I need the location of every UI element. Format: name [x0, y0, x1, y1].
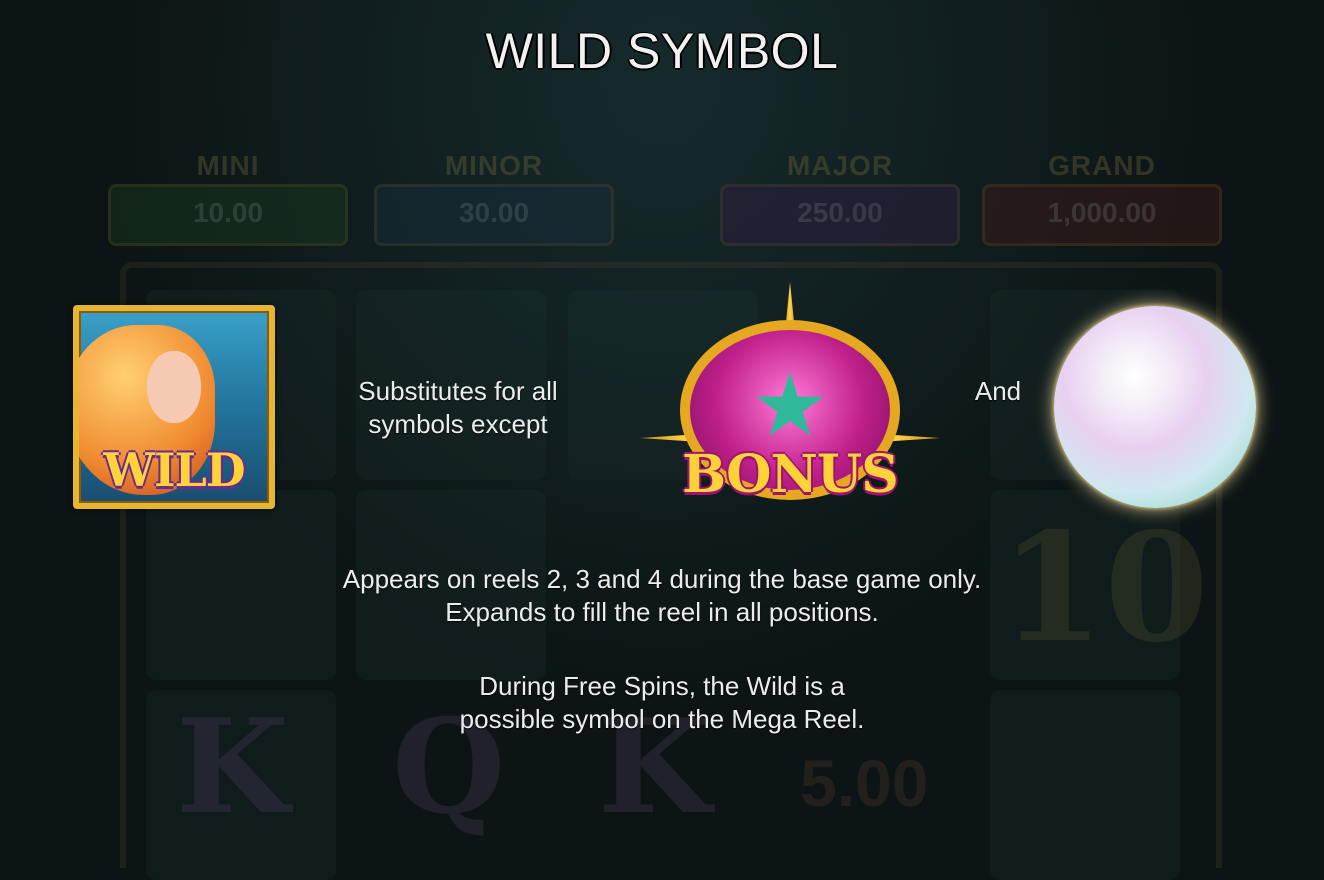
substitutes-line-2: symbols except [368, 409, 548, 439]
wild-face [147, 351, 201, 423]
bg-symbol-value: 5.00 [800, 746, 929, 820]
bg-symbol-k: K [176, 690, 289, 843]
substitutes-text: Substitutes for all symbols except [318, 375, 598, 441]
freespins-line-1: During Free Spins, the Wild is a [479, 671, 845, 701]
substitutes-line-1: Substitutes for all [358, 376, 558, 406]
page-title: WILD SYMBOL [485, 23, 839, 79]
jackpot-major-value: 250.00 [720, 184, 960, 246]
reel-cell [990, 690, 1180, 880]
jackpot-major-name: MAJOR [786, 150, 894, 181]
freespins-line-2: possible symbol on the Mega Reel. [459, 704, 865, 734]
appears-text: Appears on reels 2, 3 and 4 during the b… [212, 563, 1112, 629]
jackpot-grand-value: 1,000.00 [982, 184, 1222, 246]
jackpot-mini: MINI 10.00 [108, 150, 348, 246]
appears-line-2: Expands to fill the reel in all position… [445, 597, 879, 627]
pearl-icon [1054, 306, 1256, 508]
jackpot-major: MAJOR 250.00 [720, 150, 960, 246]
and-text: And [974, 376, 1022, 406]
bonus-symbol-label: BONUS [682, 444, 899, 505]
jackpot-minor-name: MINOR [444, 150, 544, 181]
jackpot-mini-value: 10.00 [108, 184, 348, 246]
jackpot-mini-name: MINI [196, 150, 260, 181]
freespins-text: During Free Spins, the Wild is a possibl… [312, 670, 1012, 736]
jackpot-minor-value: 30.00 [374, 184, 614, 246]
jackpot-minor: MINOR 30.00 [374, 150, 614, 246]
appears-line-1: Appears on reels 2, 3 and 4 during the b… [342, 564, 982, 594]
wild-symbol-icon: WILD [73, 305, 275, 509]
jackpot-grand-name: GRAND [1048, 150, 1156, 181]
bonus-symbol-icon: BONUS [640, 282, 940, 522]
jackpot-grand: GRAND 1,000.00 [982, 150, 1222, 246]
wild-symbol-label: WILD [103, 443, 245, 497]
